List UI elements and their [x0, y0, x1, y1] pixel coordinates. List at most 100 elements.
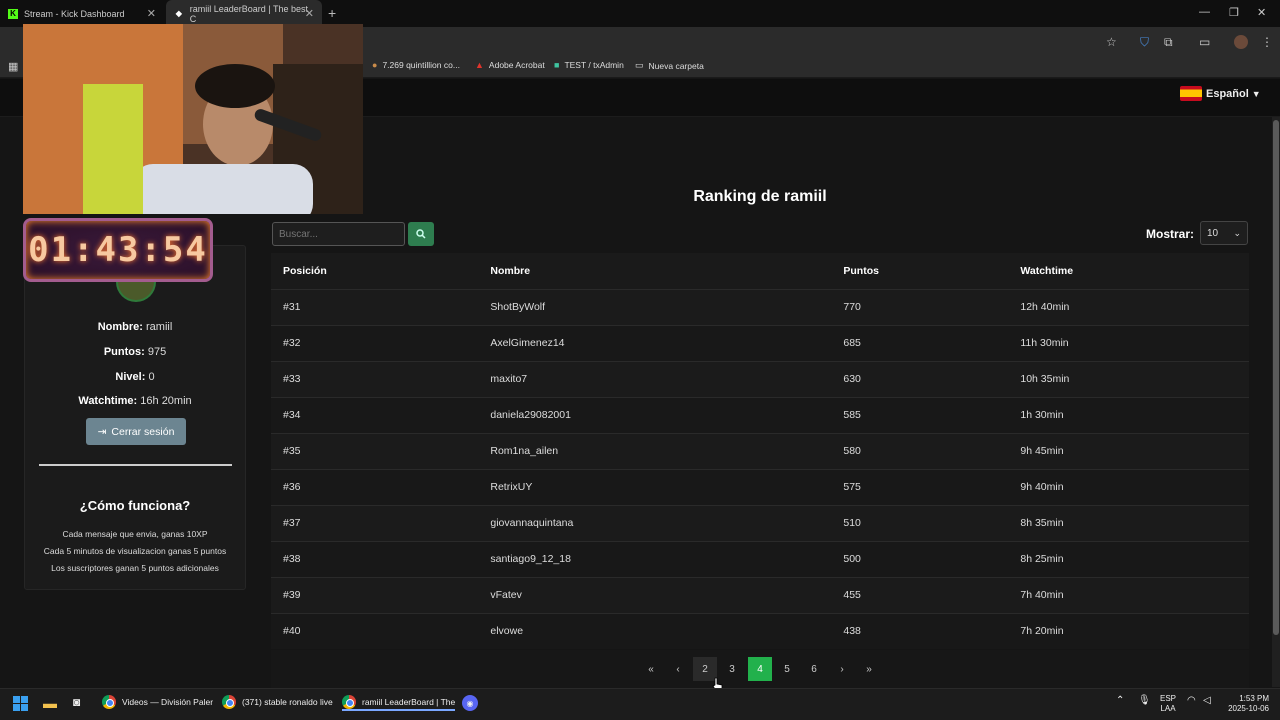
page-title: Ranking de ramiil — [693, 188, 827, 205]
star-icon[interactable]: ☆ — [1106, 35, 1117, 49]
table-row: #34 daniela29082001 585 1h 30min — [271, 396, 1249, 433]
screenshot-tool-icon[interactable]: ◙ — [73, 695, 80, 709]
cookie-icon: ● — [372, 60, 378, 70]
sign-out-icon: ⇥ — [97, 425, 107, 438]
extensions-icon[interactable]: ⧉ — [1164, 35, 1173, 50]
close-window-button[interactable]: ✕ — [1257, 6, 1266, 19]
language-indicator[interactable]: ESP LAA — [1160, 694, 1176, 714]
clock[interactable]: 1:53 PM 2025-10-06 — [1225, 694, 1269, 714]
microphone-icon[interactable]: 🎙 — [1138, 695, 1151, 706]
txadmin-icon: ■ — [554, 60, 560, 70]
name-cell: elvowe — [478, 612, 832, 649]
bookmark-item[interactable]: ▲ Adobe Acrobat — [475, 60, 545, 70]
points-cell: 770 — [831, 288, 1009, 325]
profile-avatar-icon[interactable] — [1234, 35, 1248, 49]
name-cell: ShotByWolf — [478, 288, 832, 325]
search-input[interactable] — [272, 222, 405, 246]
points-cell: 630 — [831, 360, 1009, 397]
prev-page-button[interactable]: ‹ — [666, 657, 690, 681]
close-tab-icon[interactable]: ✕ — [305, 7, 314, 20]
column-header: Puntos — [831, 253, 1009, 289]
table-row: #32 AxelGimenez14 685 11h 30min — [271, 324, 1249, 361]
volume-icon[interactable]: ◁ — [1203, 695, 1211, 706]
chrome-icon — [342, 695, 356, 709]
page-size-select[interactable]: 10 ⌄ — [1200, 221, 1248, 245]
next-page-button[interactable]: › — [830, 657, 854, 681]
chevron-down-icon: ▼ — [1251, 88, 1261, 99]
page-button[interactable]: 6 — [802, 657, 826, 681]
name-cell: AxelGimenez14 — [478, 324, 832, 361]
tab-label: ramiil LeaderBoard | The best C — [189, 3, 309, 24]
ranking-table: Posición Nombre Puntos Watchtime #31 Shot… — [271, 253, 1249, 649]
rank-cell: #35 — [271, 432, 479, 469]
points-cell: 575 — [831, 468, 1009, 505]
stream-timer: 01:43:54 — [23, 218, 213, 282]
points-cell: 438 — [831, 612, 1009, 649]
bookmark-item[interactable]: ● 7.269 quintillion co... — [372, 60, 460, 70]
how-line: Los suscriptores ganan 5 puntos adiciona… — [51, 563, 219, 573]
name-cell: santiago9_12_18 — [478, 540, 832, 577]
name-cell: Rom1na_ailen — [478, 432, 832, 469]
how-line: Cada 5 minutos de visualizacion ganas 5 … — [43, 546, 227, 556]
scrollbar-thumb[interactable] — [1273, 120, 1279, 635]
file-explorer-icon[interactable]: ▬ — [43, 695, 57, 711]
table-row: #36 RetrixUY 575 9h 40min — [271, 468, 1249, 505]
watchtime-cell: 7h 40min — [1008, 576, 1249, 613]
shield-icon[interactable]: ⛉ — [1140, 35, 1149, 50]
points-cell: 500 — [831, 540, 1009, 577]
tab-label: Stream - Kick Dashboard — [24, 8, 125, 19]
windows-start-icon[interactable] — [13, 696, 29, 717]
first-page-button[interactable]: « — [639, 657, 663, 681]
taskbar-item[interactable]: Videos — División Paler — [102, 695, 213, 709]
webcam-overlay — [23, 24, 363, 214]
logout-button[interactable]: ⇥ Cerrar sesión — [86, 418, 186, 445]
table-row: #39 vFatev 455 7h 40min — [271, 576, 1249, 613]
rank-cell: #32 — [271, 324, 479, 361]
tray-chevron-icon[interactable]: ⌃ — [1116, 695, 1124, 706]
bookmark-folder[interactable]: ▭ Nueva carpeta — [635, 60, 704, 71]
restore-button[interactable]: ❐ — [1229, 6, 1239, 19]
table-row: #33 maxito7 630 10h 35min — [271, 360, 1249, 397]
profile-watchtime: Watchtime: 16h 20min — [78, 395, 192, 407]
points-cell: 685 — [831, 324, 1009, 361]
page-button-current[interactable]: 4 — [748, 657, 772, 681]
search-button[interactable] — [408, 222, 434, 246]
points-cell: 585 — [831, 396, 1009, 433]
language-selector[interactable]: Español ▼ — [1180, 86, 1261, 101]
table-row: #37 giovannaquintana 510 8h 35min — [271, 504, 1249, 541]
discord-icon[interactable]: ◉ — [462, 695, 478, 711]
table-row: #40 elvowe 438 7h 20min — [271, 612, 1249, 649]
table-row: #35 Rom1na_ailen 580 9h 45min — [271, 432, 1249, 469]
close-tab-icon[interactable]: ✕ — [147, 7, 156, 20]
new-tab-button[interactable]: + — [328, 5, 336, 21]
taskbar-item-active[interactable]: ramiil LeaderBoard | The — [342, 695, 456, 711]
rank-cell: #33 — [271, 360, 479, 397]
chrome-icon — [102, 695, 116, 709]
tab-kick-dashboard[interactable]: K Stream - Kick Dashboard ✕ — [0, 0, 164, 27]
rank-cell: #31 — [271, 288, 479, 325]
taskbar-item[interactable]: (371) stable ronaldo live — [222, 695, 333, 709]
watchtime-cell: 9h 40min — [1008, 468, 1249, 505]
how-it-works-title: ¿Cómo funciona? — [79, 498, 191, 513]
name-cell: giovannaquintana — [478, 504, 832, 541]
site-favicon-icon: ◆ — [175, 9, 182, 18]
name-cell: daniela29082001 — [478, 396, 832, 433]
name-cell: vFatev — [478, 576, 832, 613]
watchtime-cell: 1h 30min — [1008, 396, 1249, 433]
watchtime-cell: 8h 35min — [1008, 504, 1249, 541]
cast-icon[interactable]: ▭ — [1199, 35, 1210, 49]
profile-name: Nombre: ramiil — [97, 321, 173, 333]
last-page-button[interactable]: » — [857, 657, 881, 681]
rank-cell: #38 — [271, 540, 479, 577]
apps-grid-icon[interactable]: ▦ — [8, 60, 18, 73]
wifi-icon[interactable]: ◠ — [1187, 695, 1196, 706]
acrobat-icon: ▲ — [475, 60, 484, 70]
bookmark-item[interactable]: ■ TEST / txAdmin — [554, 60, 624, 70]
tab-leaderboard[interactable]: ◆ ramiil LeaderBoard | The best C ✕ — [166, 0, 322, 27]
menu-icon[interactable]: ⋮ — [1261, 35, 1273, 49]
column-header: Posición — [271, 253, 479, 289]
watchtime-cell: 11h 30min — [1008, 324, 1249, 361]
minimize-button[interactable]: — — [1199, 6, 1210, 18]
page-button[interactable]: 5 — [775, 657, 799, 681]
search-icon — [416, 229, 426, 239]
